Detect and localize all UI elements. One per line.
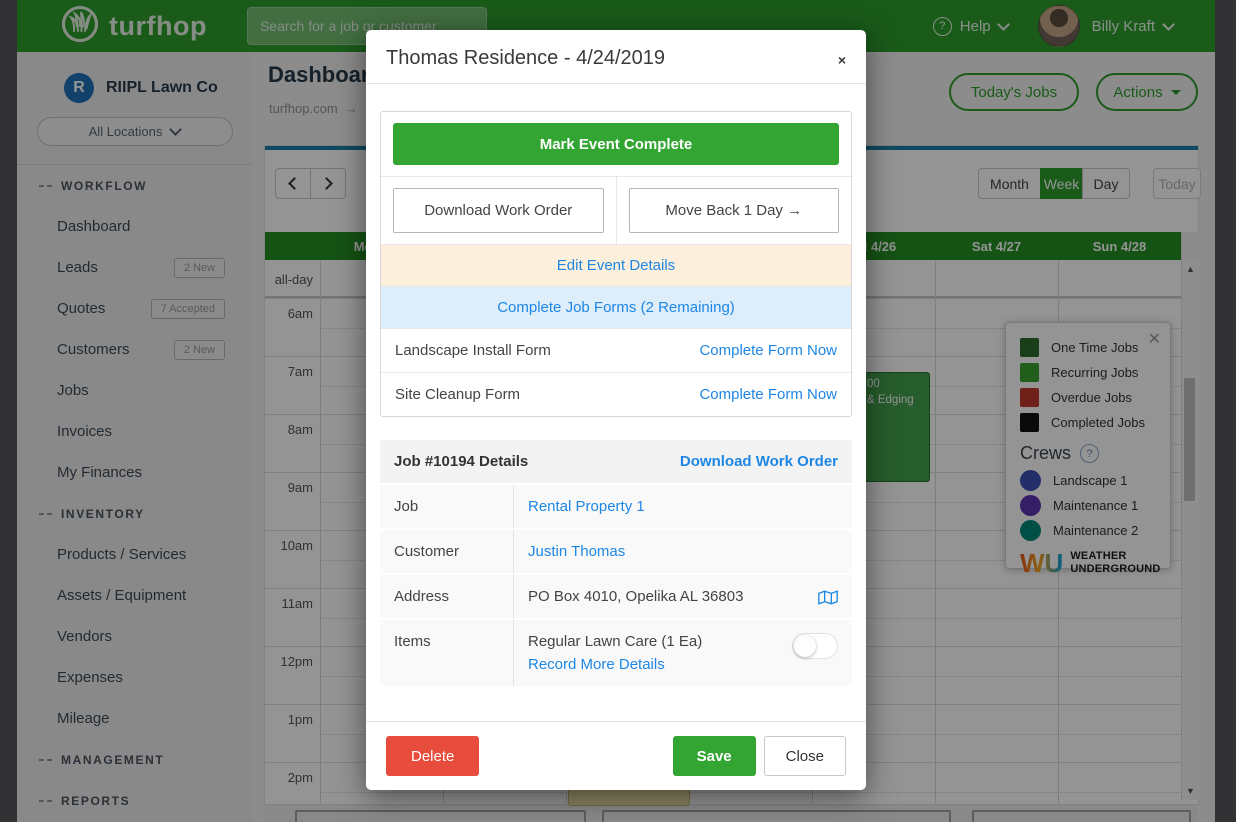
event-actions-box: Mark Event Complete Download Work Order … [380, 111, 852, 417]
table-row-customer: Customer Justin Thomas [380, 530, 852, 575]
job-details-header: Job #10194 Details Download Work Order [380, 440, 852, 485]
row-label: Job [380, 485, 513, 528]
download-work-order-button[interactable]: Download Work Order [393, 188, 604, 233]
move-back-cell: Move Back 1 Day → [617, 177, 852, 244]
close-icon[interactable]: × [838, 53, 846, 67]
form-row-site-cleanup: Site Cleanup Form Complete Form Now [381, 372, 851, 416]
modal-header: Thomas Residence - 4/24/2019 × [366, 30, 866, 84]
page: turfhop ? Help Billy Kraft R RIIPL Lawn … [0, 0, 1236, 822]
row-label: Address [380, 575, 513, 618]
address-value: PO Box 4010, Opelika AL 36803 [528, 588, 743, 605]
modal-body: Mark Event Complete Download Work Order … [366, 84, 866, 721]
item-complete-toggle[interactable] [792, 633, 838, 659]
download-work-order-link[interactable]: Download Work Order [680, 453, 838, 470]
table-row-address: Address PO Box 4010, Opelika AL 36803 [380, 575, 852, 620]
table-row-items: Items Regular Lawn Care (1 Ea) Record Mo… [380, 620, 852, 686]
map-icon[interactable] [818, 590, 838, 609]
event-modal: Thomas Residence - 4/24/2019 × Mark Even… [366, 30, 866, 790]
form-row-landscape-install: Landscape Install Form Complete Form Now [381, 328, 851, 372]
delete-button[interactable]: Delete [386, 736, 479, 776]
form-name: Landscape Install Form [395, 342, 551, 359]
job-link[interactable]: Rental Property 1 [528, 498, 645, 515]
complete-job-forms-link[interactable]: Complete Job Forms (2 Remaining) [497, 299, 735, 316]
save-button[interactable]: Save [673, 736, 756, 776]
modal-title: Thomas Residence - 4/24/2019 [386, 47, 665, 70]
row-label: Customer [380, 530, 513, 573]
complete-form-now-link[interactable]: Complete Form Now [699, 342, 837, 359]
table-row-job: Job Rental Property 1 [380, 485, 852, 530]
complete-forms-row: Complete Job Forms (2 Remaining) [381, 286, 851, 328]
toggle-knob [794, 635, 816, 657]
form-name: Site Cleanup Form [395, 386, 520, 403]
job-details-title: Job #10194 Details [394, 453, 528, 470]
edit-event-details-link[interactable]: Edit Event Details [557, 257, 675, 274]
edit-event-row: Edit Event Details [381, 244, 851, 286]
customer-link[interactable]: Justin Thomas [528, 543, 625, 560]
modal-footer: Delete Save Close [366, 721, 866, 790]
record-more-details-link[interactable]: Record More Details [528, 656, 665, 673]
job-details-table: Job #10194 Details Download Work Order J… [380, 440, 852, 686]
complete-form-now-link[interactable]: Complete Form Now [699, 386, 837, 403]
move-back-1-day-button[interactable]: Move Back 1 Day → [629, 188, 840, 233]
mark-complete-row: Mark Event Complete [381, 112, 851, 176]
row-label: Items [380, 620, 513, 686]
secondary-actions-row: Download Work Order Move Back 1 Day → [381, 176, 851, 244]
download-cell: Download Work Order [381, 177, 617, 244]
close-button[interactable]: Close [764, 736, 846, 776]
mark-event-complete-button[interactable]: Mark Event Complete [393, 123, 839, 165]
item-value: Regular Lawn Care (1 Ea) [528, 633, 702, 650]
